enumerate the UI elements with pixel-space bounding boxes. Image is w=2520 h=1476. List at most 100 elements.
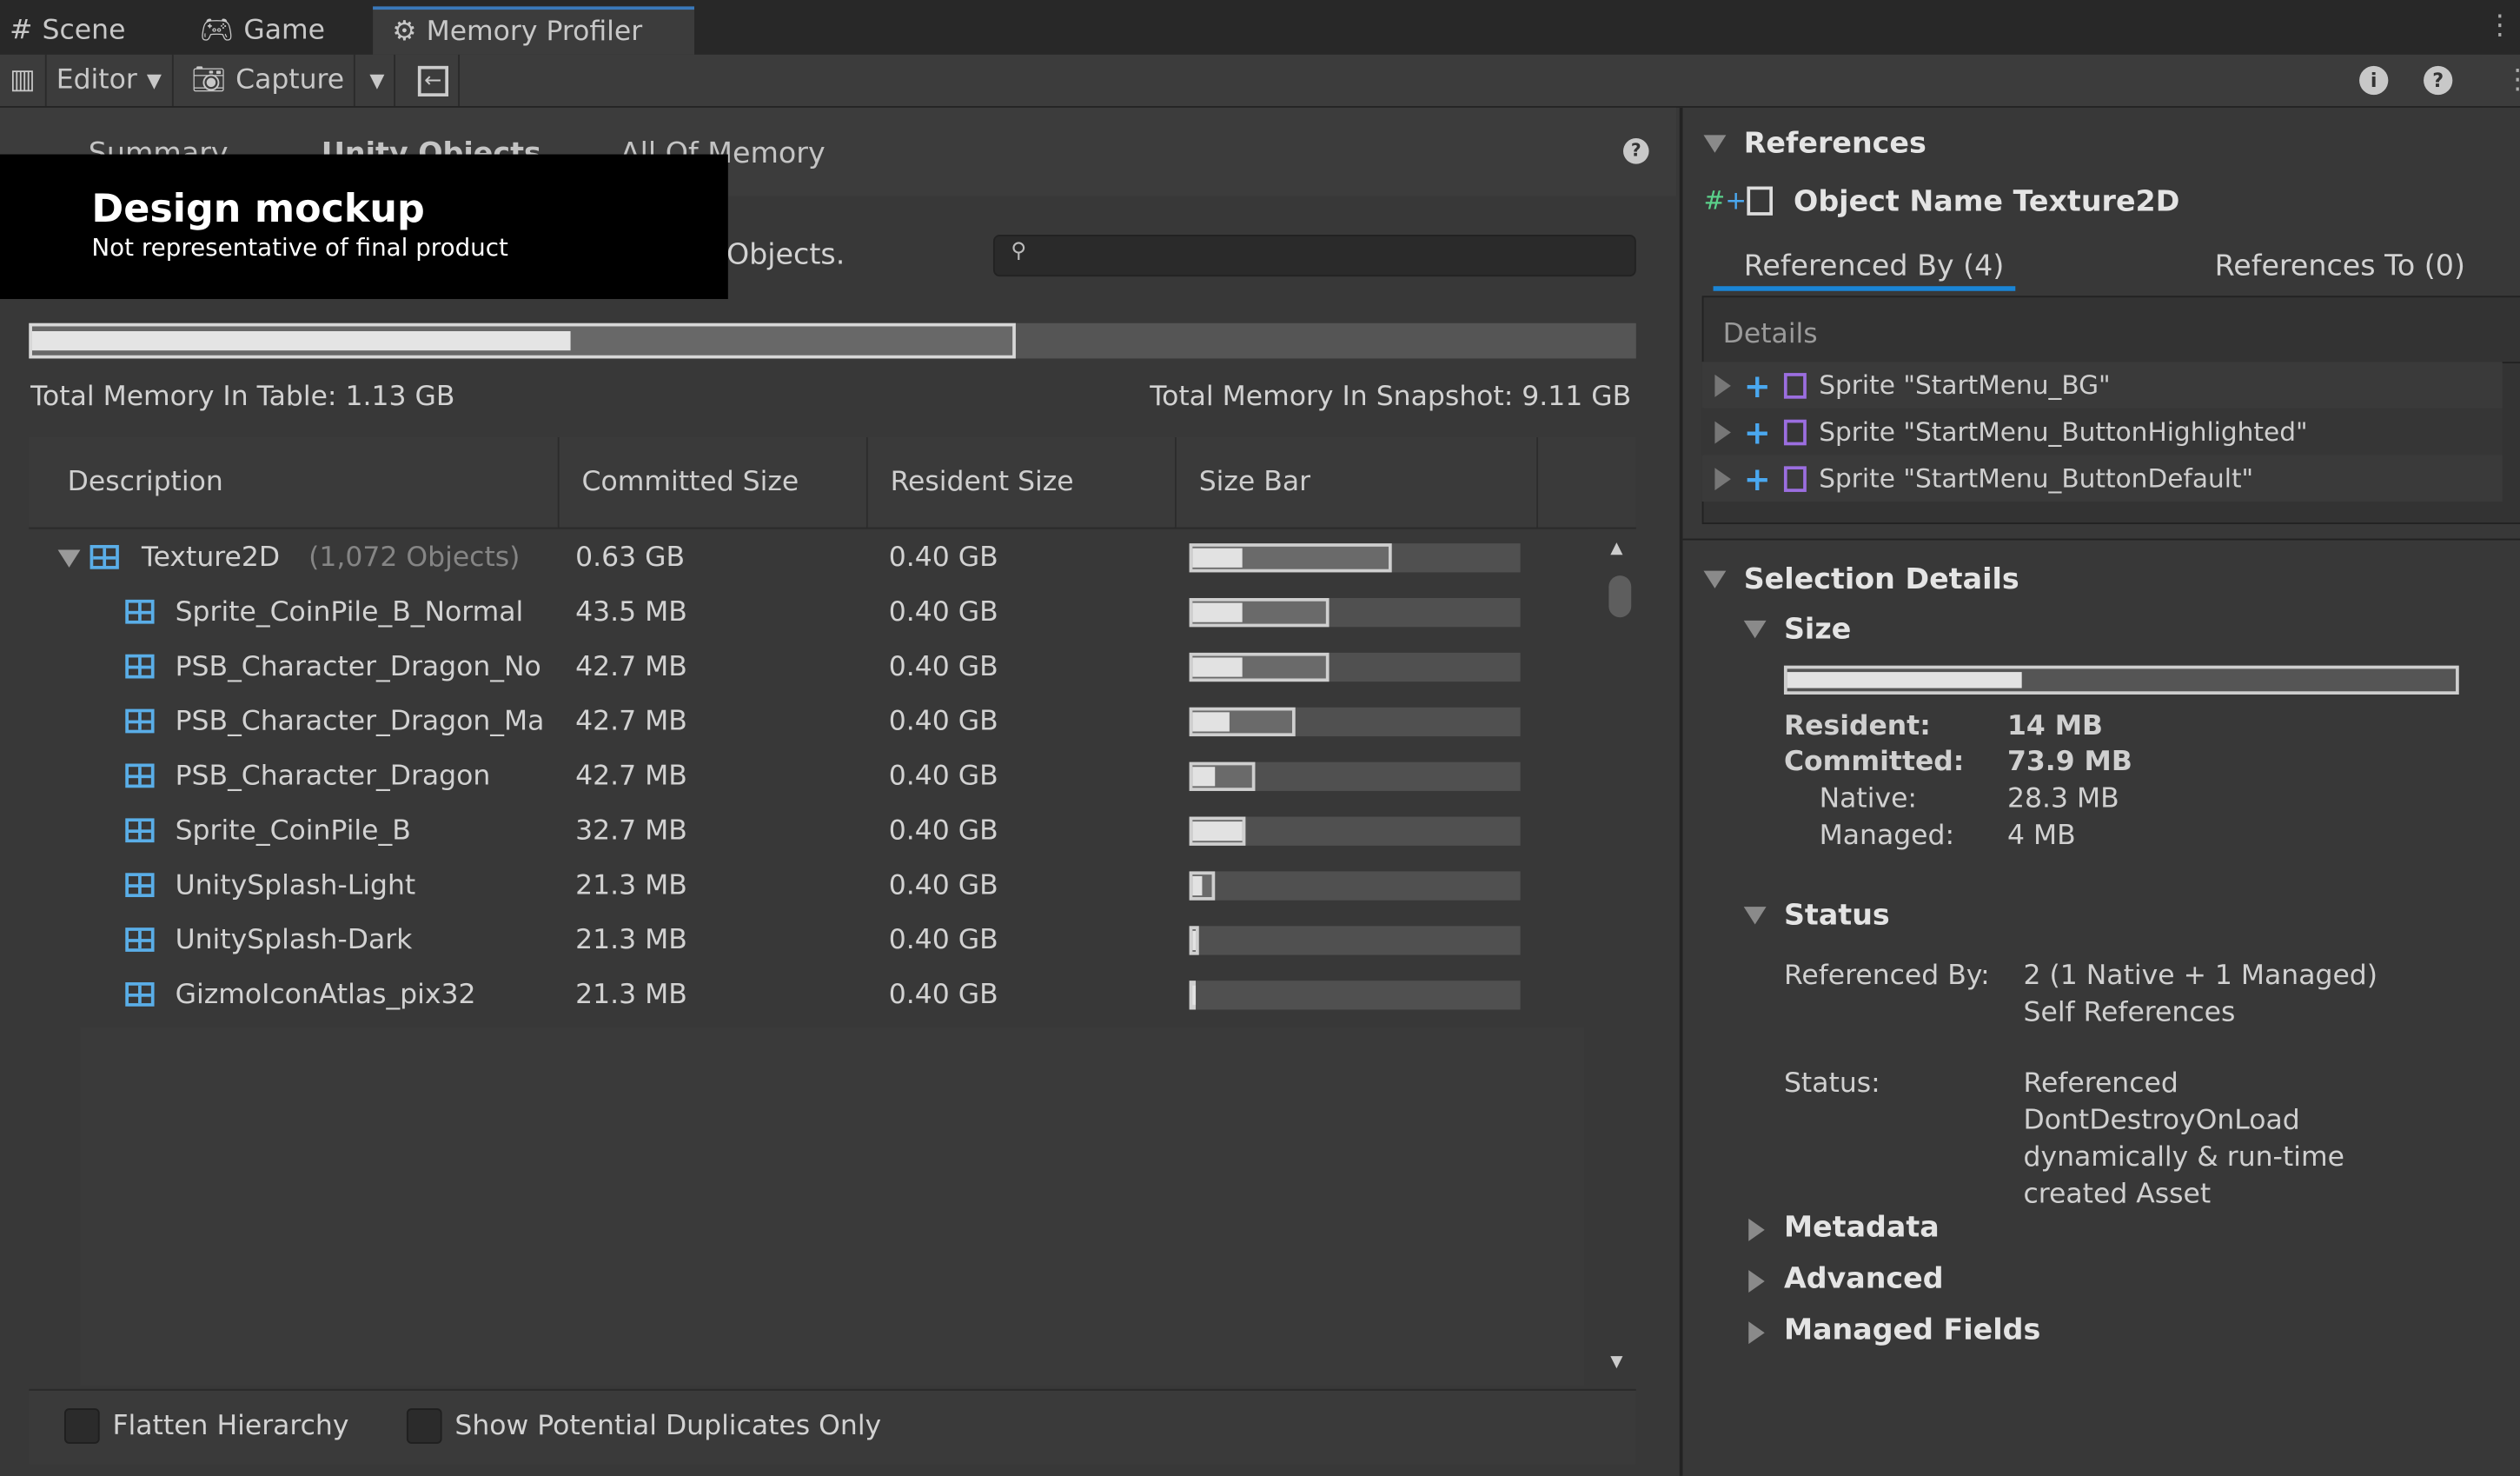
reference-item[interactable]: +Sprite "StartMenu_ButtonHighlighted" [1702, 409, 2503, 455]
more-options-icon[interactable]: ⋮ [2504, 64, 2520, 96]
committed-size: 21.3 MB [575, 924, 687, 956]
editor-label: Editor [56, 64, 137, 96]
referenced-by-value: 2 (1 Native + 1 Managed) [2024, 960, 2378, 992]
scrollbar-thumb[interactable] [1608, 575, 1631, 617]
memory-chip-icon: ⚙ [392, 16, 416, 48]
texture-icon [125, 655, 154, 679]
tab-scene[interactable]: #Scene [10, 6, 125, 54]
table-row[interactable]: Sprite_CoinPile_B32.7 MB0.40 GB [29, 804, 1588, 859]
references-title: References [1744, 127, 1926, 161]
column-size-bar[interactable]: Size Bar [1177, 437, 1538, 528]
resident-fill [1192, 986, 1196, 1005]
expand-arrow-icon[interactable] [1714, 421, 1730, 443]
size-bar [1190, 543, 1521, 572]
texture-icon [125, 600, 154, 624]
native-label: Native: [1820, 783, 1917, 815]
show-duplicates-checkbox[interactable] [407, 1408, 442, 1444]
table-row[interactable]: PSB_Character_Dragon_Ma42.7 MB0.40 GB [29, 695, 1588, 749]
texture-icon [125, 873, 154, 897]
reference-item[interactable]: +Sprite "StartMenu_ButtonDefault" [1702, 455, 2503, 502]
mockup-title: Design mockup [91, 187, 424, 232]
self-references: Self References [2024, 997, 2236, 1029]
tab-references-to[interactable]: References To (0) [2215, 249, 2465, 283]
status-title: Status [1784, 899, 1890, 933]
column-resident-size[interactable]: Resident Size [868, 437, 1177, 528]
chevron-down-icon: ▼ [369, 70, 384, 92]
collapse-arrow-icon[interactable] [1703, 135, 1726, 152]
resident-size: 0.40 GB [889, 706, 998, 738]
mockup-subtitle: Not representative of final product [91, 233, 507, 262]
scroll-down-arrow[interactable]: ▼ [1610, 1353, 1622, 1371]
size-title: Size [1784, 613, 1851, 647]
editor-dropdown[interactable]: Editor▼ [47, 55, 173, 106]
managed-fields-section[interactable]: Managed Fields [1784, 1313, 2040, 1347]
table-row[interactable]: GizmoIconAtlas_pix3221.3 MB0.40 GB [29, 967, 1588, 1022]
advanced-section[interactable]: Advanced [1784, 1262, 1944, 1296]
import-icon: ← [418, 65, 448, 96]
expand-arrow-icon[interactable] [1748, 1219, 1764, 1241]
object-count: (1,072 Objects) [308, 542, 520, 574]
row-name: PSB_Character_Dragon_No [176, 651, 561, 683]
expand-arrow-icon[interactable] [1748, 1270, 1764, 1293]
selection-details-title: Selection Details [1744, 562, 2019, 596]
resident-size: 0.40 GB [889, 542, 998, 574]
vertical-scrollbar[interactable]: ▲ ▼ [1606, 537, 1635, 1383]
resident-size: 0.40 GB [889, 761, 998, 793]
expand-arrow-icon[interactable] [1748, 1321, 1764, 1344]
flatten-hierarchy-checkbox[interactable] [64, 1408, 100, 1444]
collapse-arrow-icon[interactable] [58, 550, 81, 568]
reference-item[interactable]: +Sprite "StartMenu_BG" [1702, 362, 2503, 409]
size-bar [1190, 871, 1521, 900]
column-description[interactable]: Description [29, 437, 559, 528]
committed-size: 21.3 MB [575, 979, 687, 1011]
sidebar-toggle-button[interactable]: ▥ [0, 55, 47, 106]
more-options-icon[interactable]: ⋮ [2486, 10, 2513, 42]
expand-arrow-icon[interactable] [1714, 374, 1730, 396]
capture-label: Capture [235, 64, 344, 96]
resident-fill [1192, 549, 1242, 568]
texture-object-icon [1747, 187, 1773, 216]
collapse-arrow-icon[interactable] [1744, 621, 1767, 638]
committed-size: 42.7 MB [575, 761, 687, 793]
expand-arrow-icon[interactable] [1714, 467, 1730, 489]
table-row[interactable]: UnitySplash-Light21.3 MB0.40 GB [29, 859, 1588, 914]
row-name: Sprite_CoinPile_B [176, 815, 561, 848]
tab-game[interactable]: 🎮︎Game [199, 6, 325, 54]
tab-label: Scene [43, 15, 126, 47]
table-row[interactable]: PSB_Character_Dragon42.7 MB0.40 GB [29, 749, 1588, 804]
info-icon[interactable]: i [2359, 66, 2388, 95]
collapse-arrow-icon[interactable] [1703, 571, 1726, 588]
texture-icon [125, 764, 154, 788]
capture-button[interactable]: 📷︎Capture [182, 55, 355, 106]
resident-fill [1192, 876, 1202, 895]
reference-label: Sprite "StartMenu_ButtonDefault" [1819, 463, 2253, 494]
capture-options-dropdown[interactable]: ▼ [360, 55, 395, 106]
import-button[interactable]: ← [408, 55, 460, 106]
status-line: dynamically & run-time [2024, 1141, 2344, 1173]
tab-memory-profiler[interactable]: ⚙Memory Profiler [373, 6, 694, 54]
size-bar-fill [1787, 672, 2021, 688]
scroll-up-arrow[interactable]: ▲ [1610, 540, 1622, 557]
resident-size: 0.40 GB [889, 815, 998, 848]
search-input[interactable]: ⚲ [993, 235, 1636, 276]
help-icon[interactable]: ? [1623, 138, 1649, 164]
table-footer: Flatten Hierarchy Show Potential Duplica… [29, 1389, 1635, 1465]
committed-size: 21.3 MB [575, 870, 687, 902]
help-icon[interactable]: ? [2424, 66, 2452, 95]
column-committed-size[interactable]: Committed Size [560, 437, 868, 528]
committed-size: 42.7 MB [575, 706, 687, 738]
metadata-section[interactable]: Metadata [1784, 1211, 1940, 1245]
table-group-row[interactable]: Texture2D(1,072 Objects)0.63 GB0.40 GB [29, 530, 1588, 585]
total-in-table: Total Memory In Table: 1.13 GB [30, 381, 454, 413]
tab-referenced-by[interactable]: Referenced By (4) [1744, 249, 2005, 283]
resident-size: 0.40 GB [889, 870, 998, 902]
committed-size: 0.63 GB [575, 542, 685, 574]
table-row[interactable]: Sprite_CoinPile_B_Normal43.5 MB0.40 GB [29, 585, 1588, 640]
resident-size: 0.40 GB [889, 979, 998, 1011]
table-row[interactable]: UnitySplash-Dark21.3 MB0.40 GB [29, 914, 1588, 968]
managed-value: 4 MB [2007, 820, 2076, 852]
collapse-arrow-icon[interactable] [1744, 907, 1767, 924]
table-row[interactable]: PSB_Character_Dragon_No42.7 MB0.40 GB [29, 640, 1588, 695]
details-panel: References #+ Object Name Texture2D Refe… [1680, 108, 2520, 1476]
resident-fill [1192, 603, 1242, 622]
